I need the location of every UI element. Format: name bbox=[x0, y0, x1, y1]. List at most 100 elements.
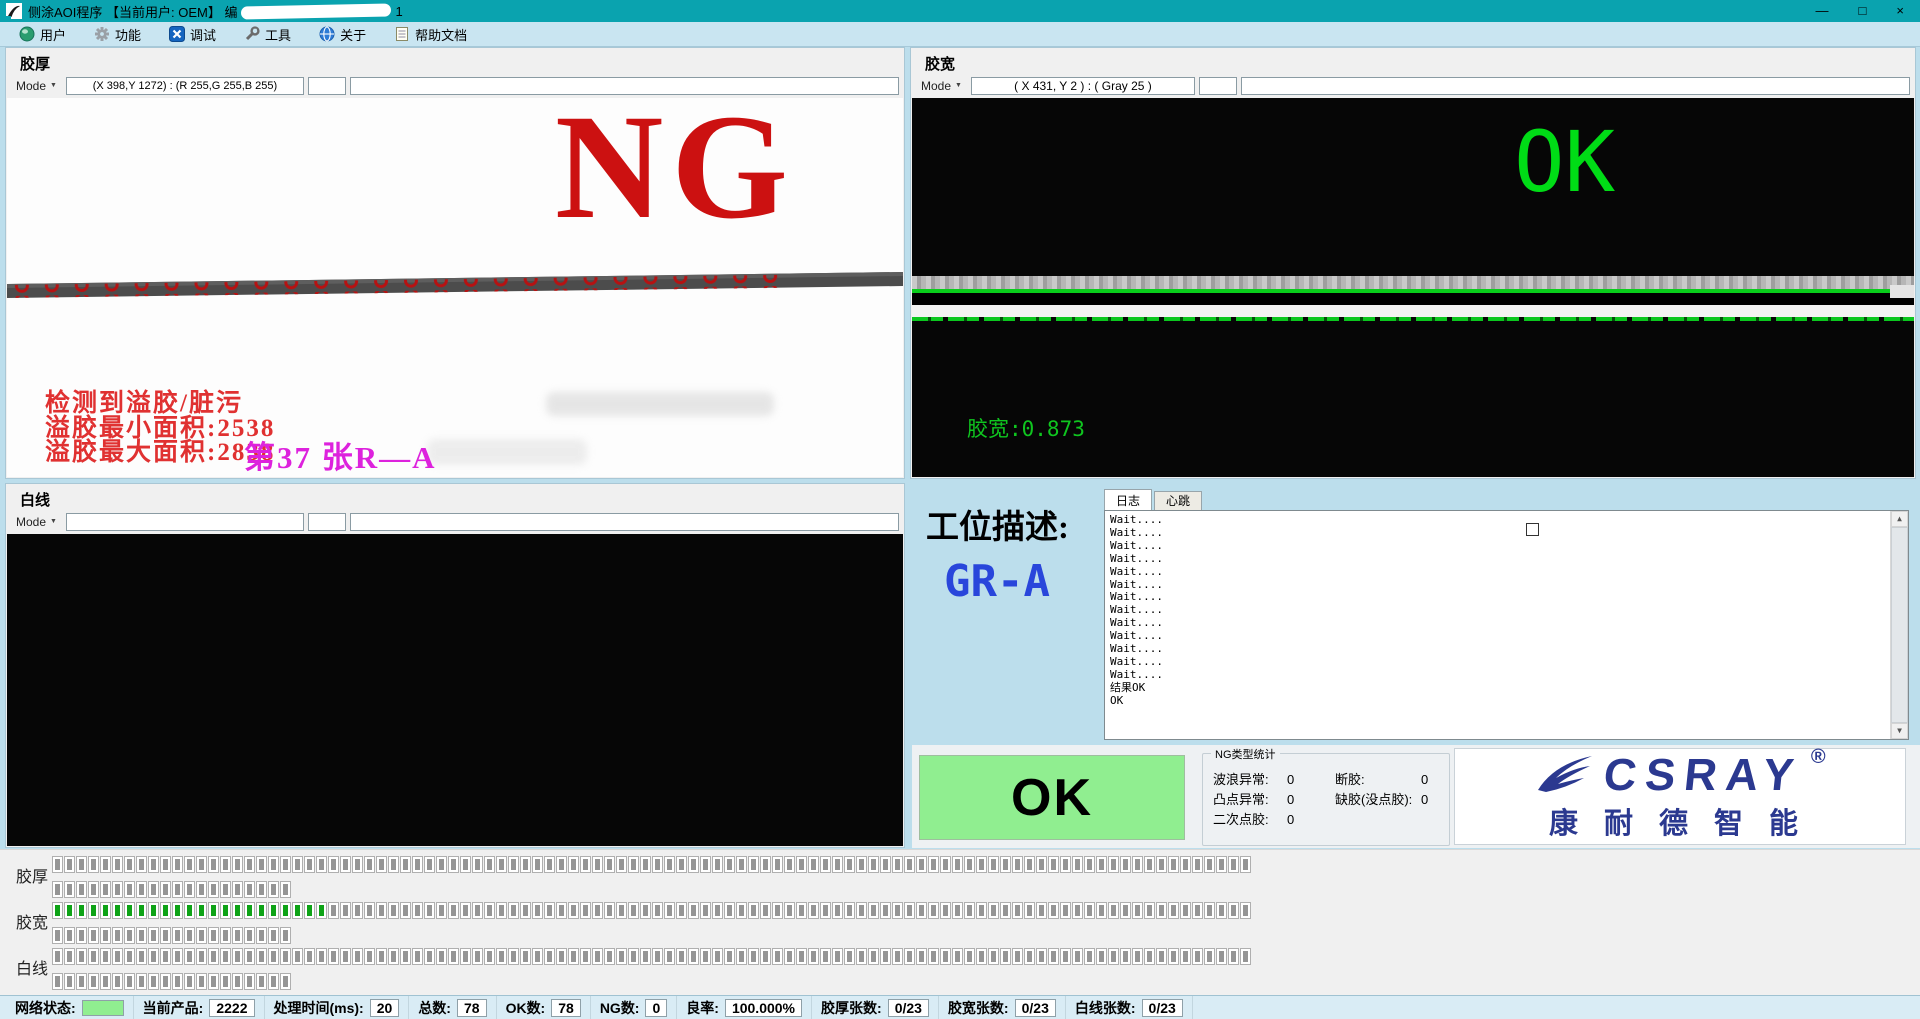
indicator-cell bbox=[712, 856, 723, 873]
indicator-cell bbox=[1228, 902, 1239, 919]
menu-item-1[interactable]: 用户 bbox=[10, 23, 75, 46]
indicator-cell bbox=[784, 948, 795, 965]
log-scrollbar[interactable]: ▲ ▼ bbox=[1890, 511, 1908, 739]
menu-item-2[interactable]: 功能 bbox=[85, 23, 150, 46]
mode-dropdown[interactable]: Mode ▼ bbox=[916, 77, 967, 95]
glue-thickness-image[interactable]: NG 检测到溢胶/脏污 溢胶最小面积:2538 溢胶最大面积:2838 第37 … bbox=[7, 98, 903, 477]
log-line: Wait.... bbox=[1110, 630, 1888, 643]
scroll-thumb[interactable] bbox=[1891, 527, 1908, 723]
indicator-cell bbox=[484, 902, 495, 919]
indicator-cell bbox=[868, 856, 879, 873]
indicator-cell bbox=[640, 948, 651, 965]
indicator-cell bbox=[244, 902, 255, 919]
indicator-cell bbox=[772, 902, 783, 919]
indicator-cell bbox=[256, 973, 267, 990]
redacted-area bbox=[241, 3, 391, 19]
indicator-cell bbox=[676, 948, 687, 965]
brand-subtitle: 康耐德智能 bbox=[1536, 800, 1824, 842]
indicator-cell bbox=[820, 902, 831, 919]
indicator-cell bbox=[952, 856, 963, 873]
debug-icon bbox=[169, 26, 185, 42]
station-description-value: GR-A bbox=[944, 556, 1050, 607]
scroll-up-button[interactable]: ▲ bbox=[1891, 511, 1908, 527]
mode-dropdown[interactable]: Mode ▼ bbox=[11, 513, 62, 531]
indicator-row1 bbox=[52, 902, 1251, 919]
indicator-cell bbox=[808, 948, 819, 965]
ng-stats-col1: 波浪异常:0凸点异常:0二次点胶:0 bbox=[1213, 770, 1294, 830]
indicator-cell bbox=[1108, 948, 1119, 965]
indicator-cell bbox=[220, 881, 231, 898]
indicator-cell bbox=[904, 856, 915, 873]
indicator-cell bbox=[1000, 902, 1011, 919]
indicator-cell bbox=[220, 902, 231, 919]
indicator-cell bbox=[1096, 856, 1107, 873]
indicator-cell bbox=[280, 881, 291, 898]
indicator-cell bbox=[580, 856, 591, 873]
indicator-cell bbox=[160, 856, 171, 873]
status-bar: 网络状态: 当前产品:2222处理时间(ms):20总数:78OK数:78NG数… bbox=[0, 995, 1920, 1019]
indicator-cell bbox=[700, 948, 711, 965]
indicator-cell bbox=[1024, 948, 1035, 965]
overall-result-box: OK bbox=[919, 755, 1185, 840]
log-tab-1[interactable]: 日志 bbox=[1104, 489, 1152, 510]
indicator-cell bbox=[484, 948, 495, 965]
minimize-button[interactable]: — bbox=[1816, 0, 1829, 22]
menu-item-3[interactable]: 调试 bbox=[160, 23, 225, 46]
indicator-cell bbox=[448, 948, 459, 965]
log-list[interactable]: Wait....Wait....Wait....Wait....Wait....… bbox=[1104, 510, 1909, 740]
indicator-cell bbox=[1168, 856, 1179, 873]
indicator-cell bbox=[160, 881, 171, 898]
statusbar-segment-3: 总数:78 bbox=[409, 996, 496, 1019]
indicator-cell bbox=[436, 948, 447, 965]
indicator-cell bbox=[964, 856, 975, 873]
glue-thickness-toolbar: Mode ▼ (X 398,Y 1272) : (R 255,G 255,B 2… bbox=[6, 74, 904, 97]
indicator-cell bbox=[112, 902, 123, 919]
indicator-cell bbox=[1072, 856, 1083, 873]
log-checkbox[interactable] bbox=[1526, 523, 1539, 536]
indicator-cell bbox=[988, 902, 999, 919]
indicator-cell bbox=[220, 856, 231, 873]
indicator-cell bbox=[328, 856, 339, 873]
indicator-cell bbox=[772, 948, 783, 965]
indicator-cell bbox=[520, 856, 531, 873]
indicator-cell bbox=[232, 881, 243, 898]
white-line-image[interactable] bbox=[7, 534, 903, 846]
indicator-cell bbox=[688, 856, 699, 873]
indicator-cell bbox=[796, 902, 807, 919]
glue-width-image[interactable]: OK 胶宽:0.873 bbox=[912, 98, 1914, 477]
indicator-cell bbox=[88, 973, 99, 990]
whiteout-smudge bbox=[427, 439, 587, 465]
bead-white-band bbox=[912, 305, 1914, 317]
stat-row: 断胶:0 bbox=[1335, 770, 1428, 790]
indicator-cell bbox=[1156, 948, 1167, 965]
menu-item-4[interactable]: 工具 bbox=[235, 23, 300, 46]
indicator-cell bbox=[1240, 856, 1251, 873]
log-line: Wait.... bbox=[1110, 527, 1888, 540]
statusbar-value: 100.000% bbox=[725, 999, 802, 1017]
indicator-cell bbox=[1132, 902, 1143, 919]
indicator-cell bbox=[268, 948, 279, 965]
indicator-cell bbox=[268, 927, 279, 944]
menu-item-5[interactable]: 关于 bbox=[310, 23, 375, 46]
close-button[interactable]: × bbox=[1896, 0, 1904, 22]
log-tab-2[interactable]: 心跳 bbox=[1154, 491, 1202, 510]
statusbar-segment-8: 胶宽张数:0/23 bbox=[939, 996, 1066, 1019]
indicator-cell bbox=[196, 973, 207, 990]
indicator-cell bbox=[664, 902, 675, 919]
indicator-cell bbox=[400, 902, 411, 919]
indicator-cell bbox=[1216, 902, 1227, 919]
mode-dropdown[interactable]: Mode ▼ bbox=[11, 77, 62, 95]
indicator-cell bbox=[1180, 948, 1191, 965]
scroll-down-button[interactable]: ▼ bbox=[1891, 723, 1908, 739]
statusbar-value: 78 bbox=[457, 999, 487, 1017]
indicator-row1 bbox=[52, 948, 1251, 965]
indicator-cell bbox=[1048, 902, 1059, 919]
indicator-cell bbox=[220, 927, 231, 944]
indicator-cell bbox=[232, 856, 243, 873]
statusbar-segment-2: 处理时间(ms):20 bbox=[265, 996, 410, 1019]
indicator-cell bbox=[112, 856, 123, 873]
maximize-button[interactable]: □ bbox=[1859, 0, 1867, 22]
menu-item-6[interactable]: 帮助文档 bbox=[385, 23, 476, 46]
indicator-cell bbox=[1024, 856, 1035, 873]
indicator-cell bbox=[280, 973, 291, 990]
